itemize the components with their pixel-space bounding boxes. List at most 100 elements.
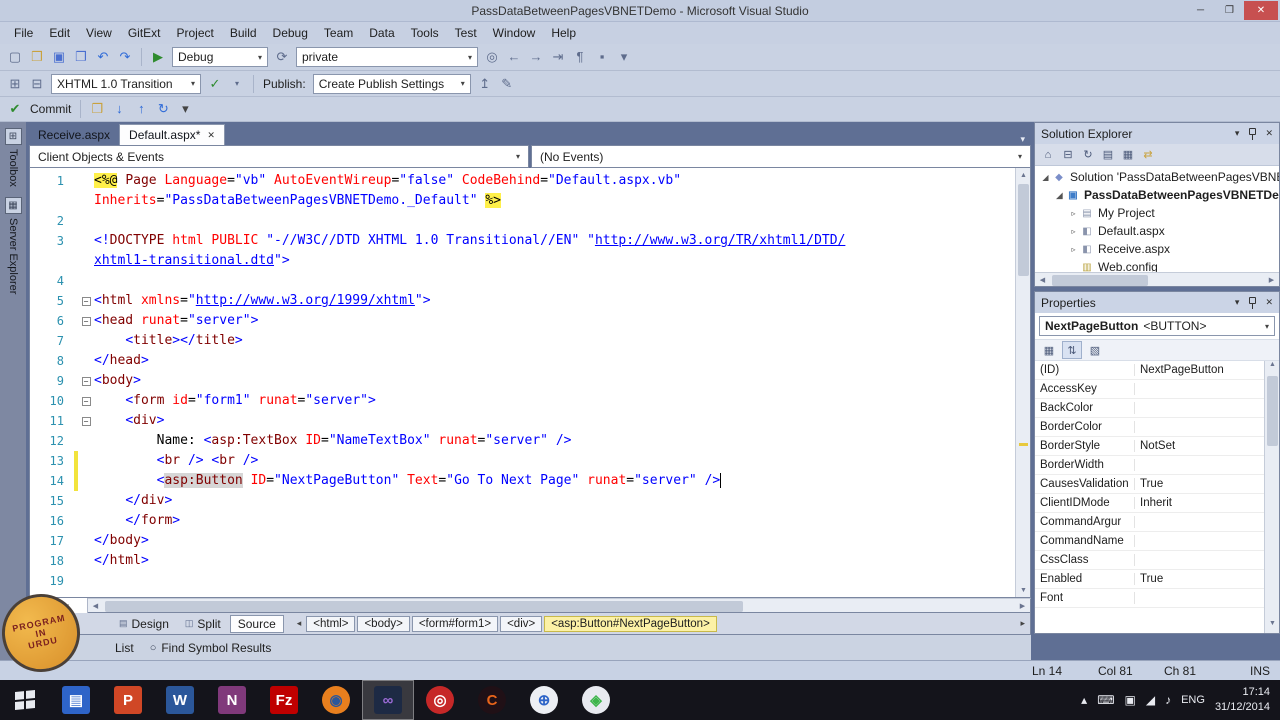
show-all-files-icon[interactable]: ▤ <box>1099 146 1117 164</box>
selected-object-dropdown[interactable]: NextPageButton <BUTTON> ▾ <box>1039 316 1275 336</box>
taskbar-onenote-icon[interactable]: N <box>206 680 258 720</box>
taskbar-document-app-icon[interactable]: ▤ <box>50 680 102 720</box>
menu-file[interactable]: File <box>6 23 41 43</box>
taskbar-ccleaner-icon[interactable]: C <box>466 680 518 720</box>
pull-icon[interactable]: ↓ <box>109 99 129 119</box>
property-row[interactable]: Font <box>1035 589 1264 608</box>
tree-item-my-project[interactable]: ▹ ▤ My Project <box>1035 204 1279 222</box>
open-file-icon[interactable]: ❒ <box>27 47 47 67</box>
property-row[interactable]: AccessKey <box>1035 380 1264 399</box>
publish-icon[interactable]: ↥ <box>475 74 495 94</box>
attach-process-icon[interactable]: ⟳ <box>272 47 292 67</box>
language-indicator[interactable]: ENG <box>1181 694 1205 706</box>
find-combobox[interactable]: private ▾ <box>296 47 478 67</box>
source-view-button[interactable]: Source <box>229 614 284 633</box>
new-file-icon[interactable]: ▢ <box>5 47 25 67</box>
action-center-icon[interactable]: ▣ <box>1125 693 1136 707</box>
menu-data[interactable]: Data <box>361 23 402 43</box>
solution-explorer-hscrollbar[interactable]: ◀ ▶ <box>1035 272 1279 286</box>
property-row[interactable]: CommandName <box>1035 532 1264 551</box>
chevron-down-icon[interactable]: ▾ <box>1235 128 1240 139</box>
find-symbol-results-tab[interactable]: ○ Find Symbol Results <box>150 641 272 655</box>
scrollbar-thumb[interactable] <box>1267 376 1278 446</box>
collapse-icon[interactable]: − <box>81 416 91 426</box>
scroll-right-icon[interactable]: ▶ <box>1264 276 1279 284</box>
scroll-up-icon[interactable]: ▲ <box>1265 361 1279 374</box>
menu-gitext[interactable]: GitExt <box>120 23 169 43</box>
server-explorer-tab[interactable]: ▦ Server Explorer <box>4 196 22 294</box>
taskbar-word-icon[interactable]: W <box>154 680 206 720</box>
property-value[interactable]: Inherit <box>1135 497 1264 509</box>
scrollbar-thumb[interactable] <box>1052 275 1149 286</box>
css-outline-icon[interactable]: ⊟ <box>27 74 47 94</box>
toolbox-tab[interactable]: ⊞ Toolbox <box>4 128 22 187</box>
save-icon[interactable]: ▣ <box>49 47 69 67</box>
menu-build[interactable]: Build <box>222 23 265 43</box>
menu-team[interactable]: Team <box>316 23 361 43</box>
refresh-icon[interactable]: ↻ <box>153 99 173 119</box>
tab-receive-aspx[interactable]: Receive.aspx <box>29 124 119 145</box>
undo-icon[interactable]: ↶ <box>93 47 113 67</box>
tree-item-receive-aspx[interactable]: ▹ ◧ Receive.aspx <box>1035 240 1279 258</box>
validate-markup-icon[interactable]: ✓ <box>205 74 225 94</box>
collapse-icon[interactable]: − <box>81 316 91 326</box>
property-row[interactable]: BackColor <box>1035 399 1264 418</box>
menu-project[interactable]: Project <box>169 23 222 43</box>
home-icon[interactable]: ⌂ <box>1039 146 1057 164</box>
taskbar-internet-globe-icon[interactable]: ⊕ <box>518 680 570 720</box>
touch-keyboard-icon[interactable]: ⌨ <box>1097 693 1114 707</box>
sync-with-active-document-icon[interactable]: ⇄ <box>1139 146 1157 164</box>
menu-view[interactable]: View <box>78 23 120 43</box>
properties-icon[interactable]: ▦ <box>1119 146 1137 164</box>
tree-expander-icon[interactable]: ▹ <box>1067 209 1080 218</box>
redo-icon[interactable]: ↷ <box>115 47 135 67</box>
alphabetical-icon[interactable]: ⇅ <box>1062 341 1082 359</box>
indent-icon[interactable]: ⇥ <box>548 47 568 67</box>
repo-folder-icon[interactable]: ❒ <box>87 99 107 119</box>
scrollbar-thumb[interactable] <box>1018 184 1029 276</box>
crumb-scroll-left-icon[interactable]: ◂ <box>294 618 305 629</box>
refresh-icon[interactable]: ↻ <box>1079 146 1097 164</box>
tree-expander-icon[interactable]: ▹ <box>1067 227 1080 236</box>
scroll-right-icon[interactable]: ▶ <box>1015 602 1030 610</box>
document-list-dropdown-icon[interactable]: ▾ <box>1020 134 1025 145</box>
property-row[interactable]: Enabled True <box>1035 570 1264 589</box>
menu-debug[interactable]: Debug <box>265 23 316 43</box>
property-row[interactable]: (ID) NextPageButton <box>1035 361 1264 380</box>
collapse-icon[interactable]: − <box>81 376 91 386</box>
code-editor[interactable]: 1 <%@ Page Language="vb" AutoEventWireup=… <box>29 168 1031 598</box>
tree-expander-icon[interactable]: ◢ <box>1039 173 1052 182</box>
menu-tools[interactable]: Tools <box>403 23 447 43</box>
tree-item-project[interactable]: ◢ ▣ PassDataBetweenPagesVBNETDemo <box>1035 186 1279 204</box>
chevron-down-icon[interactable]: ▾ <box>227 74 247 94</box>
property-row[interactable]: BorderColor <box>1035 418 1264 437</box>
menu-help[interactable]: Help <box>543 23 584 43</box>
taskbar-download-manager-icon[interactable]: ◈ <box>570 680 622 720</box>
network-icon[interactable]: ◢ <box>1146 693 1155 707</box>
crumb-scroll-right-icon[interactable]: ▸ <box>1017 618 1028 629</box>
breadcrumb-tag[interactable]: <asp:Button#NextPageButton> <box>544 615 717 632</box>
bookmark-icon[interactable]: ▪ <box>592 47 612 67</box>
taskbar-filezilla-icon[interactable]: Fz <box>258 680 310 720</box>
breadcrumb-tag[interactable]: <form#form1> <box>411 615 499 632</box>
horizontal-scrollbar[interactable] <box>103 599 1015 612</box>
more-options-icon[interactable]: ▾ <box>614 47 634 67</box>
find-icon[interactable]: ◎ <box>482 47 502 67</box>
style-block-icon[interactable]: ⊞ <box>5 74 25 94</box>
chevron-down-icon[interactable]: ▾ <box>1235 297 1240 308</box>
scroll-up-icon[interactable]: ▲ <box>1016 168 1030 182</box>
collapse-all-icon[interactable]: ⊟ <box>1059 146 1077 164</box>
start-button[interactable] <box>0 680 50 720</box>
design-view-button[interactable]: ▤ Design <box>112 616 176 632</box>
property-pages-icon[interactable]: ▧ <box>1085 341 1105 359</box>
scroll-left-icon[interactable]: ◀ <box>1035 276 1050 284</box>
categorized-icon[interactable]: ▦ <box>1039 341 1059 359</box>
pin-icon[interactable] <box>1247 127 1257 140</box>
taskbar-powerpoint-icon[interactable]: P <box>102 680 154 720</box>
collapse-icon[interactable]: − <box>81 396 91 406</box>
tree-item-default-aspx[interactable]: ▹ ◧ Default.aspx <box>1035 222 1279 240</box>
volume-icon[interactable]: ♪ <box>1165 693 1171 707</box>
close-icon[interactable]: ✕ <box>1265 297 1273 308</box>
property-value[interactable]: True <box>1135 573 1264 585</box>
close-icon[interactable]: ✕ <box>1265 128 1273 139</box>
